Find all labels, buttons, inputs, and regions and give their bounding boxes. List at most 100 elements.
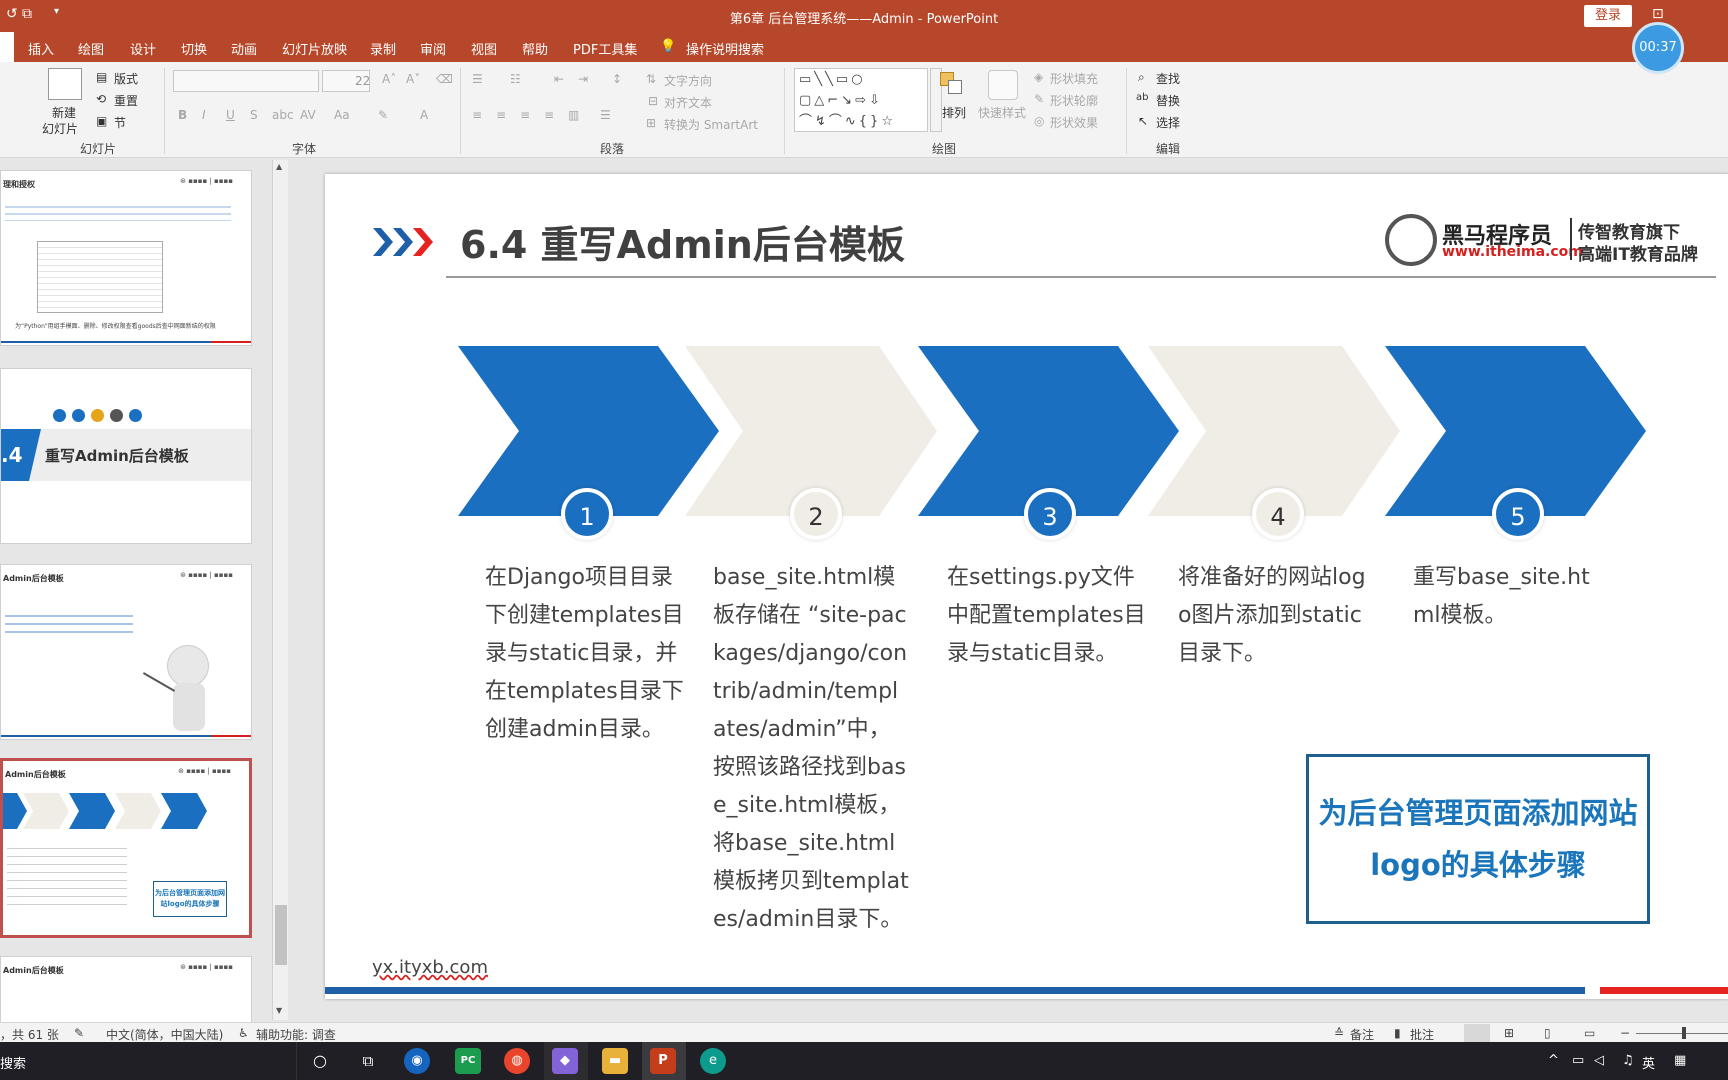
keyboard-icon[interactable]: ▦	[1674, 1053, 1686, 1068]
select-button[interactable]: 选择	[1156, 114, 1180, 131]
zoom-slider-thumb[interactable]	[1682, 1027, 1686, 1039]
shrink-font-icon[interactable]: A˅	[406, 72, 420, 86]
tab-draw[interactable]: 绘图	[78, 39, 104, 58]
task-view-icon[interactable]: ⧉	[355, 1048, 381, 1074]
clear-format-icon[interactable]: ⌫	[436, 72, 453, 86]
browser-icon[interactable]: ◉	[404, 1048, 430, 1074]
align-left-icon[interactable]: ≡	[472, 108, 482, 122]
replace-button[interactable]: 替换	[1156, 92, 1180, 109]
new-slide-icon[interactable]	[48, 68, 82, 100]
footer-bar-blue	[325, 987, 1585, 994]
bold-icon[interactable]: B	[178, 108, 187, 122]
powerpoint-icon[interactable]: P	[650, 1048, 676, 1074]
numbering-icon[interactable]: ☷	[510, 72, 521, 86]
step-5-number: 5	[1492, 488, 1544, 540]
shape-outline-button[interactable]: 形状轮廓	[1050, 92, 1098, 109]
shape-fill-button[interactable]: 形状填充	[1050, 70, 1098, 87]
scrollbar-thumb[interactable]	[275, 905, 287, 965]
file-explorer-icon[interactable]: ▬	[602, 1048, 628, 1074]
font-name-select[interactable]	[173, 70, 319, 92]
tab-record[interactable]: 录制	[370, 39, 396, 58]
align-text-button[interactable]: 对齐文本	[664, 94, 712, 111]
reset-button[interactable]: 重置	[114, 92, 138, 109]
shape-effects-button[interactable]: 形状效果	[1050, 114, 1098, 131]
reading-view-icon[interactable]: ▯	[1544, 1026, 1551, 1040]
edge-icon[interactable]: e	[700, 1048, 726, 1074]
distributed-icon[interactable]: ▥	[568, 108, 579, 122]
accessibility-status[interactable]: 辅助功能: 调查	[256, 1026, 336, 1043]
slide-thumbnail[interactable]: Admin后台模板 ⊛ ▪▪▪▪ | ▪▪▪▪	[0, 564, 252, 740]
tab-review[interactable]: 审阅	[420, 39, 446, 58]
tab-insert[interactable]: 插入	[28, 39, 54, 58]
scroll-up-icon[interactable]: ▲	[276, 162, 282, 171]
cortana-icon[interactable]: ○	[307, 1048, 333, 1074]
language-indicator[interactable]: 中文(简体，中国大陆)	[106, 1026, 223, 1043]
spellcheck-icon[interactable]: ✎	[74, 1026, 84, 1040]
slideshow-view-icon[interactable]: ▭	[1584, 1026, 1595, 1040]
slide-thumbnail[interactable]: 理和授权 ⊛ ▪▪▪▪ | ▪▪▪▪ 为“Python”用组手模面、删除、修改权…	[0, 170, 252, 346]
zoom-out-icon[interactable]: −	[1620, 1026, 1630, 1040]
align-right-icon[interactable]: ≡	[520, 108, 530, 122]
thumbnail-figure-head	[167, 645, 209, 687]
normal-view-icon[interactable]	[1464, 1024, 1490, 1042]
justify-icon[interactable]: ≡	[544, 108, 554, 122]
shadow-icon[interactable]: S	[250, 108, 258, 122]
tab-animations[interactable]: 动画	[231, 39, 257, 58]
login-button[interactable]: 登录	[1584, 5, 1632, 27]
notes-button[interactable]: 备注	[1350, 1026, 1374, 1043]
comments-button[interactable]: 批注	[1410, 1026, 1434, 1043]
tab-help[interactable]: 帮助	[522, 39, 548, 58]
tab-design[interactable]: 设计	[130, 39, 156, 58]
increase-indent-icon[interactable]: ⇥	[578, 72, 588, 86]
char-spacing-icon[interactable]: AV	[300, 108, 316, 122]
tab-view[interactable]: 视图	[471, 39, 497, 58]
tab-transitions[interactable]: 切换	[181, 39, 207, 58]
font-color-icon[interactable]: A	[420, 108, 428, 122]
align-center-icon[interactable]: ≡	[496, 108, 506, 122]
volume-icon[interactable]: ◁	[1594, 1053, 1604, 1068]
slide-canvas[interactable]: 6.4 重写Admin后台模板 黑马程序员 www.itheima.com 传智…	[325, 174, 1728, 999]
italic-icon[interactable]: I	[202, 108, 206, 122]
tab-pdf-tools[interactable]: PDF工具集	[573, 39, 637, 58]
new-slide-button[interactable]: 新建	[52, 104, 76, 121]
slide-thumbnail-active[interactable]: Admin后台模板 ⊛ ▪▪▪▪ | ▪▪▪▪ 为后台管理页面添加网站logo的…	[0, 758, 252, 938]
step-1-text: 在Django项目目录下创建templates目录与static目录，并在tem…	[485, 565, 684, 742]
text-direction-button[interactable]: 文字方向	[664, 72, 712, 89]
scroll-down-icon[interactable]: ▼	[276, 1006, 282, 1015]
pycharm-icon[interactable]: PC	[455, 1048, 481, 1074]
taskbar-search[interactable]: 搜索	[0, 1053, 26, 1072]
bullets-icon[interactable]: ☰	[472, 72, 483, 86]
columns-icon[interactable]: ☰	[600, 108, 611, 122]
strikethrough-icon[interactable]: abc	[272, 108, 294, 122]
ime-indicator[interactable]: 英	[1642, 1053, 1655, 1072]
find-button[interactable]: 查找	[1156, 70, 1180, 87]
quick-styles-button[interactable]: 快速样式	[978, 104, 1026, 121]
tray-chevron-icon[interactable]: ^	[1548, 1053, 1559, 1068]
layout-button[interactable]: 版式	[114, 70, 138, 87]
slide-sorter-icon[interactable]: ⊞	[1504, 1026, 1514, 1040]
slide-thumbnail[interactable]: .4 重写Admin后台模板	[0, 368, 252, 544]
shapes-gallery[interactable]: ▭╲╲▭○ ▢△⌐↘⇨⇩ ⌒↯⌒∿{}☆	[794, 68, 928, 132]
highlight-icon[interactable]: ✎	[378, 108, 388, 122]
network-icon[interactable]: ▭	[1572, 1053, 1584, 1068]
ribbon-display-icon[interactable]: ⊡	[1652, 6, 1664, 22]
thumbnail-scrollbar[interactable]: ▲ ▼	[272, 160, 288, 1020]
tab-slideshow[interactable]: 幻灯片放映	[282, 39, 347, 58]
new-slide-label2[interactable]: 幻灯片	[42, 120, 78, 137]
decrease-indent-icon[interactable]: ⇤	[554, 72, 564, 86]
status-bar: ，共 61 张 ✎ 中文(简体，中国大陆) ♿ 辅助功能: 调查 ≙ 备注 ▮ …	[0, 1022, 1728, 1042]
tell-me-search[interactable]: 操作说明搜索	[686, 39, 764, 58]
arrange-button[interactable]: 排列	[942, 104, 966, 121]
underline-icon[interactable]: U	[226, 108, 235, 122]
convert-smartart-button[interactable]: 转换为 SmartArt	[664, 116, 758, 133]
section-button[interactable]: 节	[114, 114, 126, 131]
recording-timer: 00:37	[1632, 22, 1684, 74]
change-case-icon[interactable]: Aa	[334, 108, 350, 122]
mic-icon[interactable]: ♫	[1622, 1053, 1634, 1068]
grow-font-icon[interactable]: A˄	[382, 72, 396, 86]
slide-thumbnail[interactable]: Admin后台模板 ⊛ ▪▪▪▪ | ▪▪▪▪	[0, 956, 252, 1026]
tab-home-edge[interactable]	[0, 32, 14, 62]
chrome-icon[interactable]: ◍	[504, 1048, 530, 1074]
line-spacing-icon[interactable]: ↕	[612, 72, 622, 86]
font-size-select[interactable]: 22	[322, 70, 370, 92]
